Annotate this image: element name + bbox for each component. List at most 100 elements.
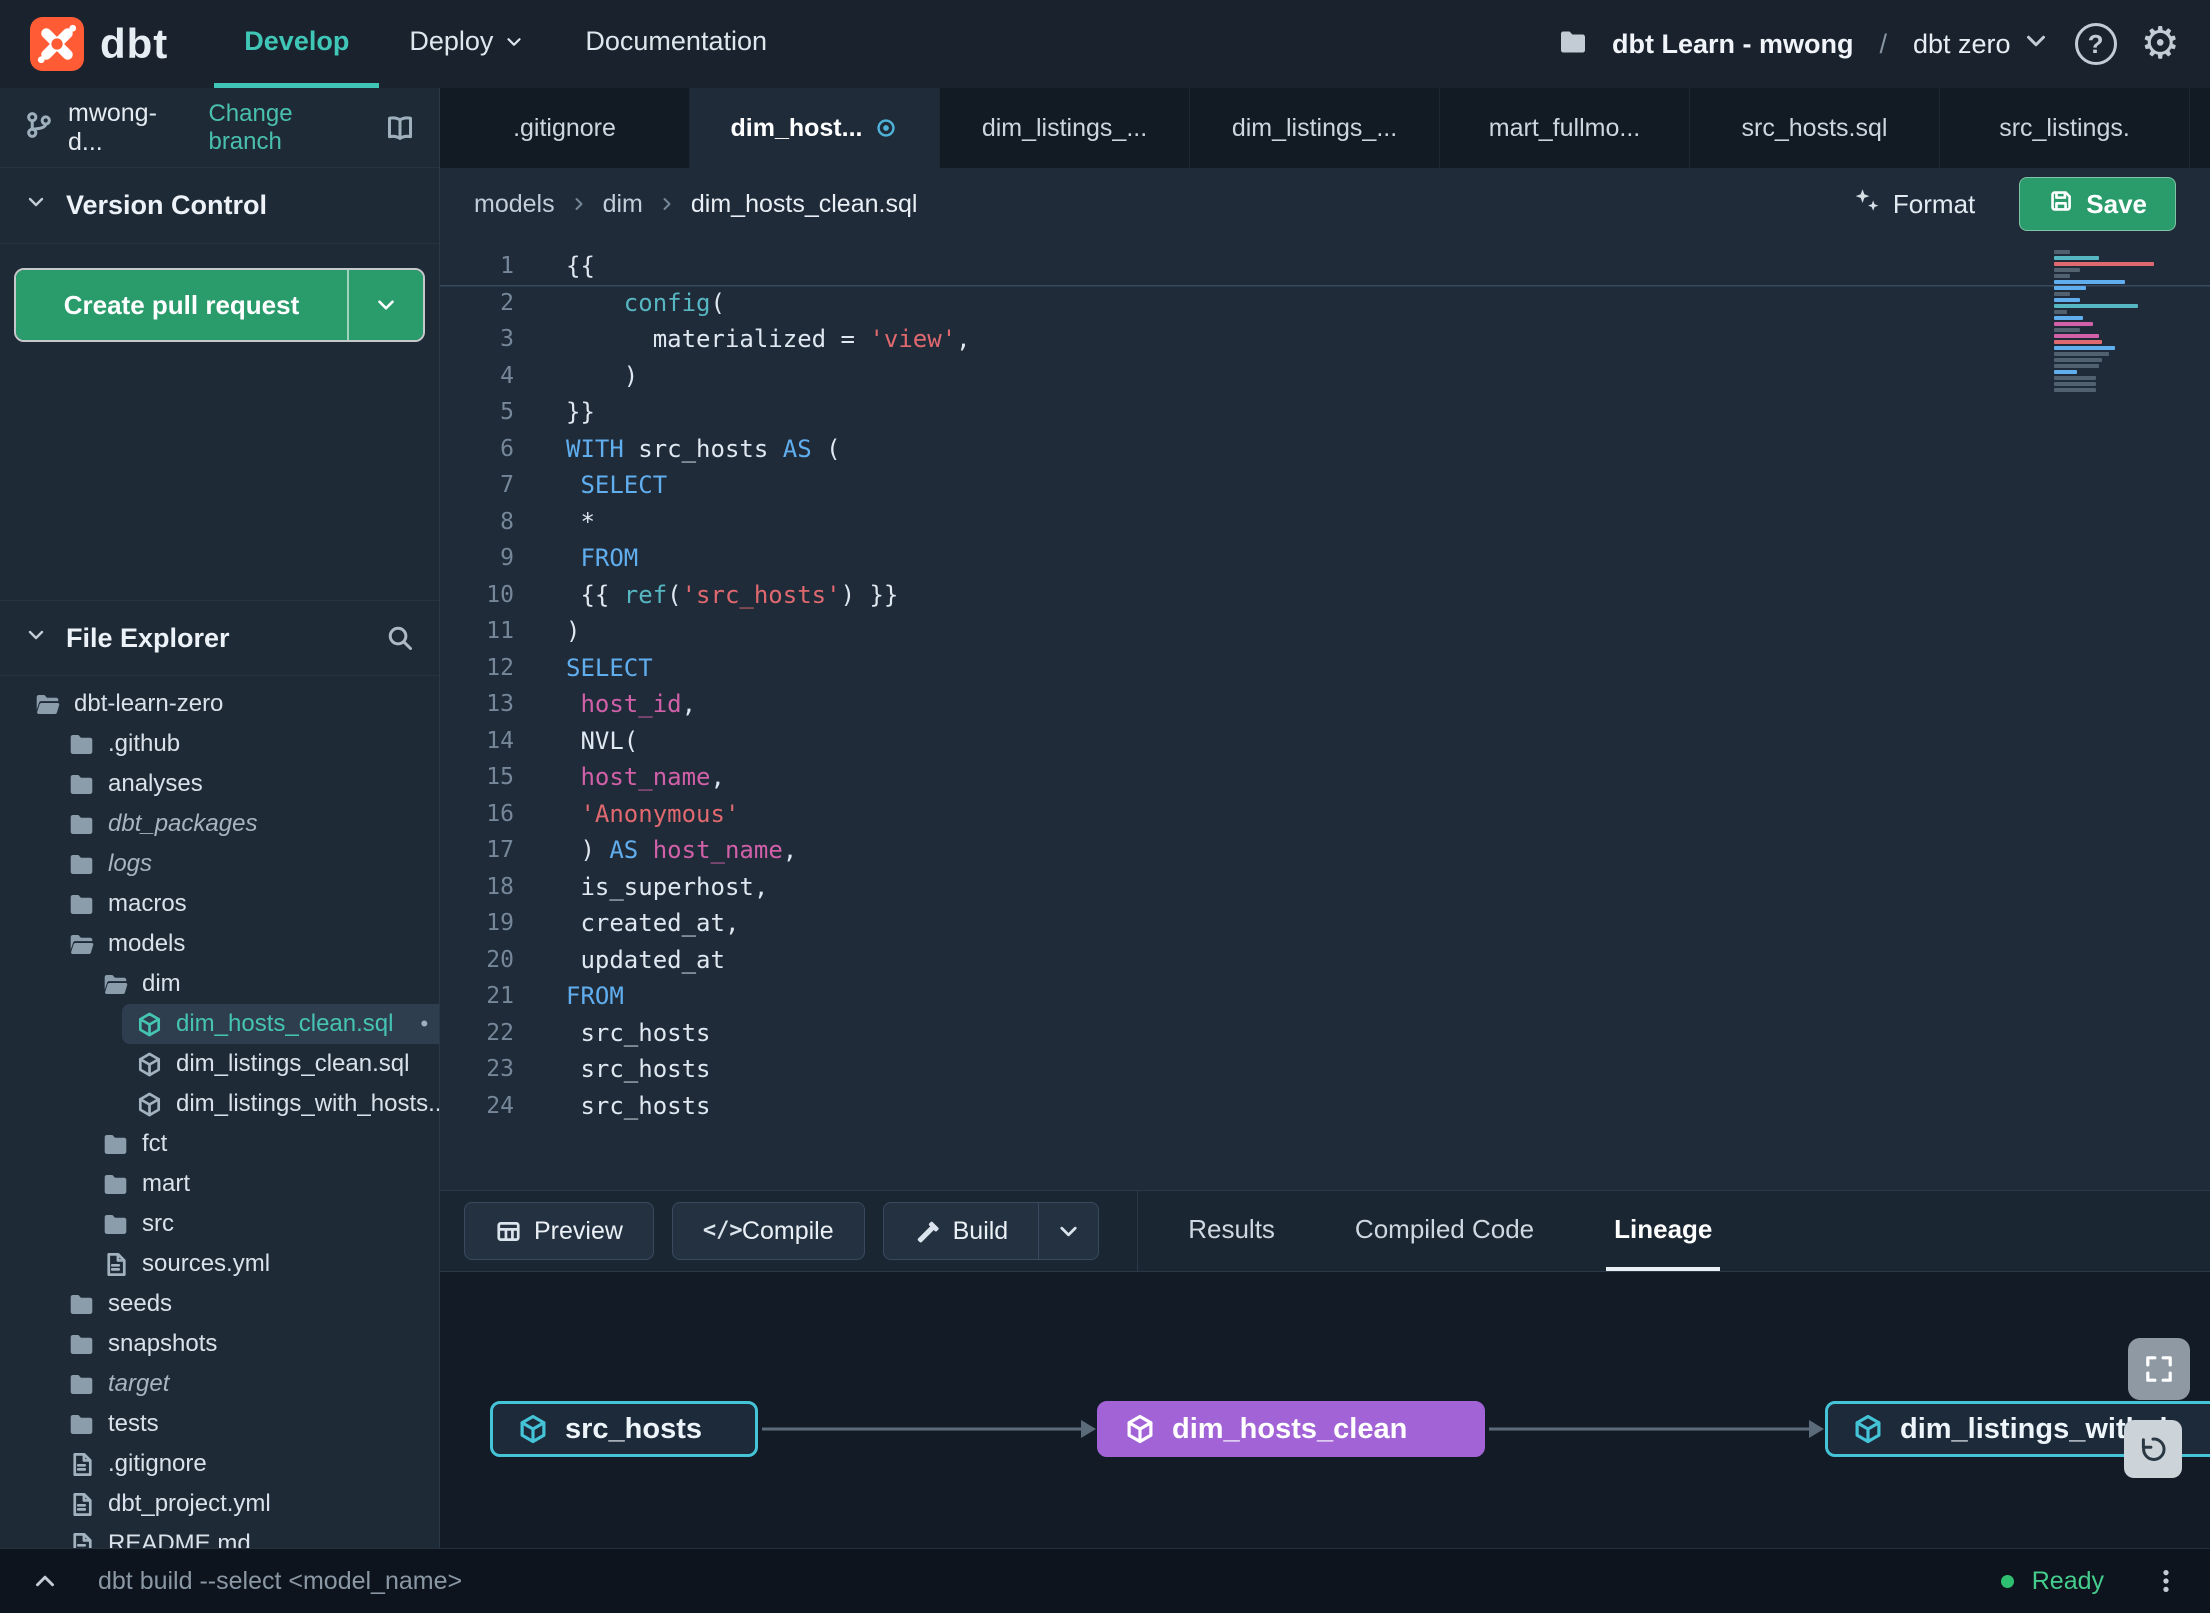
editor-tab-dim-listings-[interactable]: dim_listings_...	[940, 88, 1190, 168]
code-line-10[interactable]: 10 {{ ref('src_hosts') }}	[440, 577, 2210, 614]
tree-item-dim-listings-clean-sql[interactable]: dim_listings_clean.sql	[0, 1044, 439, 1084]
code-line-24[interactable]: 24 src_hosts	[440, 1088, 2210, 1125]
tree-item-dim[interactable]: dim	[0, 964, 439, 1004]
folder-icon	[70, 734, 93, 754]
build-button[interactable]: Build	[882, 1202, 1040, 1260]
tree-item-target[interactable]: target	[0, 1364, 439, 1404]
code-line-4[interactable]: 4 )	[440, 358, 2210, 395]
tree-item-seeds[interactable]: seeds	[0, 1284, 439, 1324]
code-line-22[interactable]: 22 src_hosts	[440, 1015, 2210, 1052]
settings-gear-icon[interactable]: ⚙	[2141, 22, 2180, 66]
tree-item-dim-hosts-clean-sql[interactable]: dim_hosts_clean.sql •	[122, 1004, 439, 1044]
version-control-header[interactable]: Version Control	[0, 168, 439, 244]
code-line-17[interactable]: 17 ) AS host_name,	[440, 832, 2210, 869]
tree-item-readme-md[interactable]: README.md	[0, 1524, 439, 1548]
code-line-12[interactable]: 12 SELECT	[440, 650, 2210, 687]
code-line-2[interactable]: 2 config(	[440, 285, 2210, 322]
docs-book-button[interactable]	[385, 113, 415, 143]
editor-tab-dim-listings-[interactable]: dim_listings_...	[1190, 88, 1440, 168]
save-button[interactable]: Save	[2019, 177, 2176, 231]
minimap-bar	[2054, 376, 2096, 380]
code-line-13[interactable]: 13 host_id,	[440, 686, 2210, 723]
nav-documentation[interactable]: Documentation	[555, 0, 797, 88]
tree-item-analyses[interactable]: analyses	[0, 764, 439, 804]
lineage-reset-button[interactable]	[2124, 1420, 2182, 1478]
tree-item--github[interactable]: .github	[0, 724, 439, 764]
tree-item-dim-listings-with-hosts-[interactable]: dim_listings_with_hosts...	[0, 1084, 439, 1124]
tree-item-label: mart	[142, 1170, 190, 1197]
tree-item-snapshots[interactable]: snapshots	[0, 1324, 439, 1364]
code-line-3[interactable]: 3 materialized = 'view',	[440, 321, 2210, 358]
code-line-15[interactable]: 15 host_name,	[440, 759, 2210, 796]
format-button[interactable]: Format	[1853, 187, 1975, 222]
code-line-7[interactable]: 7 SELECT	[440, 467, 2210, 504]
project-env-separator: /	[1879, 28, 1887, 59]
tree-item-label: snapshots	[108, 1330, 218, 1357]
panel-tab-results[interactable]: Results	[1180, 1191, 1283, 1271]
code-text: WITH src_hosts AS (	[566, 434, 841, 463]
tree-item-dbt-project-yml[interactable]: dbt_project.yml	[0, 1484, 439, 1524]
create-pr-button[interactable]: Create pull request	[16, 270, 347, 340]
folder-open-icon	[70, 934, 94, 954]
preview-button[interactable]: Preview	[464, 1202, 654, 1260]
tree-item-logs[interactable]: logs	[0, 844, 439, 884]
code-line-1[interactable]: 1 {{	[440, 248, 2210, 285]
help-button[interactable]: ?	[2074, 23, 2117, 65]
tree-item-models[interactable]: models	[0, 924, 439, 964]
tree-item-macros[interactable]: macros	[0, 884, 439, 924]
minimap-bar	[2054, 256, 2100, 260]
code-line-9[interactable]: 9 FROM	[440, 540, 2210, 577]
nav-develop[interactable]: Develop	[214, 0, 380, 88]
tree-item-dbt-packages[interactable]: dbt_packages	[0, 804, 439, 844]
tree-item-sources-yml[interactable]: sources.yml	[0, 1244, 439, 1284]
panel-tab-compiled-code[interactable]: Compiled Code	[1347, 1191, 1542, 1271]
tree-item-fct[interactable]: fct	[0, 1124, 439, 1164]
build-options-button[interactable]	[1039, 1202, 1100, 1260]
code-line-19[interactable]: 19 created_at,	[440, 905, 2210, 942]
tree-item-mart[interactable]: mart	[0, 1164, 439, 1204]
code-line-14[interactable]: 14 NVL(	[440, 723, 2210, 760]
folder-icon	[70, 774, 93, 794]
code-line-11[interactable]: 11)	[440, 613, 2210, 650]
lineage-fullscreen-button[interactable]	[2128, 1338, 2190, 1400]
project-name[interactable]: dbt Learn - mwong	[1612, 29, 1853, 60]
code-line-5[interactable]: 5}}	[440, 394, 2210, 431]
tree-item-dbt-learn-zero[interactable]: dbt-learn-zero	[0, 684, 439, 724]
editor-tab--gitignore[interactable]: .gitignore	[440, 88, 690, 168]
branch-name[interactable]: mwong-d...	[68, 99, 190, 157]
tree-item--gitignore[interactable]: .gitignore	[0, 1444, 439, 1484]
code-line-21[interactable]: 21 FROM	[440, 978, 2210, 1015]
code-line-8[interactable]: 8 *	[440, 504, 2210, 541]
editor-tab-src-listings-[interactable]: src_listings.	[1940, 88, 2190, 168]
ready-status-dot	[2000, 1574, 2014, 1588]
top-navbar: dbt Develop Deploy Documentation dbt Learn…	[0, 0, 2210, 88]
tree-item-src[interactable]: src	[0, 1204, 439, 1244]
editor-tab-dim-host-[interactable]: dim_host...	[690, 88, 940, 168]
editor-tab-src-hosts-sql[interactable]: src_hosts.sql	[1690, 88, 1940, 168]
editor-minimap[interactable]	[2054, 250, 2184, 392]
compile-button[interactable]: </> Compile	[671, 1202, 865, 1260]
code-line-20[interactable]: 20 updated_at	[440, 942, 2210, 979]
panel-tab-lineage[interactable]: Lineage	[1606, 1191, 1721, 1271]
file-explorer-header[interactable]: File Explorer	[0, 600, 439, 676]
code-line-23[interactable]: 23 src_hosts	[440, 1051, 2210, 1088]
command-input[interactable]: dbt build --select <model_name>	[98, 1567, 462, 1596]
create-pr-options-button[interactable]	[347, 270, 423, 340]
kebab-menu-button[interactable]	[2152, 1567, 2180, 1595]
code-editor[interactable]: 1{{2 config(3 materialized = 'view', 4 ) 5…	[440, 240, 2210, 1190]
lineage-node-src-hosts[interactable]: src_hosts	[490, 1401, 758, 1457]
dbt-logo[interactable]: dbt	[30, 0, 168, 88]
code-text: host_id,	[580, 690, 697, 719]
editor-tab-mart-fullmo-[interactable]: mart_fullmo...	[1440, 88, 1690, 168]
code-line-16[interactable]: 16 'Anonymous'	[440, 796, 2210, 833]
lineage-node-dim-hosts-clean[interactable]: dim_hosts_clean	[1097, 1401, 1485, 1457]
file-search-button[interactable]	[385, 623, 415, 653]
change-branch-link[interactable]: Change branch	[208, 100, 371, 156]
code-line-6[interactable]: 6 WITH src_hosts AS (	[440, 431, 2210, 468]
tree-item-tests[interactable]: tests	[0, 1404, 439, 1444]
folder-icon	[104, 1134, 127, 1154]
nav-deploy[interactable]: Deploy	[379, 0, 555, 88]
code-line-18[interactable]: 18 is_superhost,	[440, 869, 2210, 906]
command-bar-expand-button[interactable]	[30, 1566, 60, 1596]
environment-switcher[interactable]: dbt zero	[1913, 26, 2051, 63]
